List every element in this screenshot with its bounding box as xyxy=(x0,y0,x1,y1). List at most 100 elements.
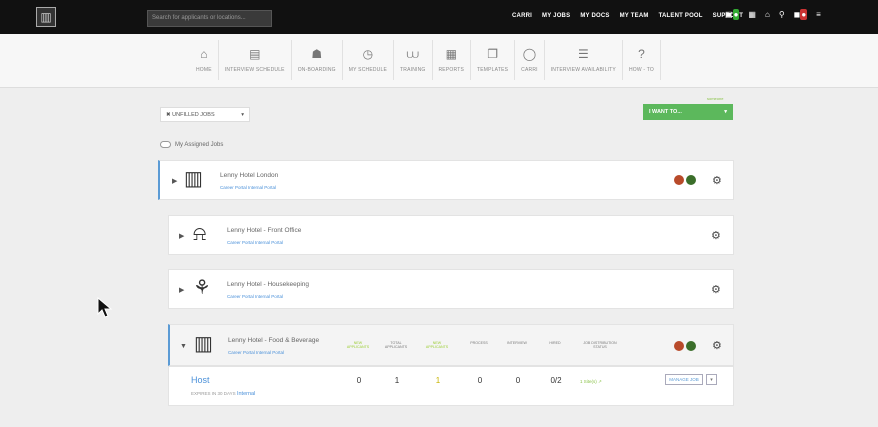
menu-icon[interactable]: ≡ xyxy=(816,10,821,19)
career-portal-link[interactable]: Career Portal xyxy=(227,240,254,245)
career-portal-link[interactable]: Career Portal xyxy=(227,294,254,299)
location-name[interactable]: Lenny Hotel - Front Office xyxy=(227,227,301,234)
i-want-to-button[interactable]: I WANT TO... ▾ xyxy=(643,104,733,120)
hired-count[interactable]: 0/2 xyxy=(546,376,566,385)
avatar[interactable] xyxy=(674,341,684,351)
home-icon: ⌂ xyxy=(200,47,208,61)
avatar[interactable] xyxy=(674,175,684,185)
location-card[interactable]: ▶ ⚘ Lenny Hotel - Housekeeping Career Po… xyxy=(168,269,734,309)
nav-item-training[interactable]: ⩊ TRAINING xyxy=(394,40,433,80)
chevron-right-icon[interactable]: ▶ xyxy=(179,232,184,240)
nav-item-label: INTERVIEW SCHEDULE xyxy=(224,67,285,73)
nav-item-label: MY SCHEDULE xyxy=(348,67,387,73)
home-icon[interactable]: ⌂ xyxy=(765,10,770,19)
manage-job-button[interactable]: MANAGE JOB xyxy=(665,374,703,385)
top-link-carri[interactable]: CARRI xyxy=(512,13,532,19)
chevron-right-icon[interactable]: ▶ xyxy=(179,286,184,294)
top-link-talent-pool[interactable]: TALENT POOL xyxy=(659,13,703,19)
column-header: HIRED xyxy=(549,341,561,345)
internal-portal-link[interactable]: Internal Portal xyxy=(255,240,283,245)
nav-item-interview-schedule[interactable]: ▤ INTERVIEW SCHEDULE xyxy=(219,40,292,80)
interview-count[interactable]: 0 xyxy=(508,376,528,385)
location-name[interactable]: Lenny Hotel - Housekeeping xyxy=(227,281,309,288)
internal-portal-link[interactable]: Internal Portal xyxy=(248,185,276,190)
portal-links: Career Portal Internal Portal xyxy=(228,350,284,355)
internal-portal-link[interactable]: Internal Portal xyxy=(256,350,284,355)
job-row[interactable]: Host EXPIRES IN 30 DAYS Internal 0 1 1 0… xyxy=(168,366,734,406)
people-icon: ☗ xyxy=(311,47,323,61)
bell-icon: ⍾ xyxy=(193,223,207,245)
alerts-icon[interactable]: ◼● xyxy=(794,9,808,20)
top-link-my-docs[interactable]: MY DOCS xyxy=(580,13,609,19)
chevron-down-icon[interactable]: ▼ xyxy=(180,343,187,350)
nav-item-label: HOME xyxy=(196,67,212,73)
hotel-logo-icon[interactable]: ▥ xyxy=(36,7,56,27)
nav-item-reports[interactable]: ▦ REPORTS xyxy=(433,40,471,80)
unfilled-jobs-filter[interactable]: ✖ UNFILLED JOBS ▾ xyxy=(160,107,250,122)
mouse-cursor-icon xyxy=(97,297,113,318)
nav-item-label: INTERVIEW AVAILABILITY xyxy=(550,67,616,73)
location-name[interactable]: Lenny Hotel - Food & Beverage xyxy=(228,337,319,344)
job-subtitle: EXPIRES IN 30 DAYS Internal xyxy=(191,391,255,397)
top-bar: ▥ Search for applicants or locations... … xyxy=(0,0,878,34)
chevron-right-icon[interactable]: ▶ xyxy=(172,177,177,185)
job-visibility: Internal xyxy=(236,391,256,397)
new-applicants-count[interactable]: 0 xyxy=(349,376,369,385)
avatar[interactable] xyxy=(686,341,696,351)
nav-item-label: HOW - TO xyxy=(628,67,655,73)
search-input[interactable]: Search for applicants or locations... xyxy=(147,10,272,27)
assigned-label: My Assigned Jobs xyxy=(175,141,224,148)
total-applicants-count[interactable]: 1 xyxy=(387,376,407,385)
nav-item-how-to[interactable]: ? HOW - TO xyxy=(623,40,662,80)
gear-icon[interactable]: ⚙ xyxy=(711,283,721,296)
location-card[interactable]: ▶ ▥ Lenny Hotel London Career Portal Int… xyxy=(158,160,734,200)
grid-icon: ☰ xyxy=(577,47,589,61)
portal-links: Career Portal Internal Portal xyxy=(227,240,283,245)
my-assigned-jobs-toggle[interactable]: My Assigned Jobs xyxy=(160,141,223,148)
career-portal-link[interactable]: Career Portal xyxy=(220,185,247,190)
column-header: JOB DISTRIBUTION STATUS xyxy=(583,341,617,349)
nav-item-templates[interactable]: ❐ TEMPLATES xyxy=(471,40,516,80)
avatar[interactable] xyxy=(686,175,696,185)
top-links: CARRI MY JOBS MY DOCS MY TEAM TALENT POO… xyxy=(512,13,743,19)
top-link-my-team[interactable]: MY TEAM xyxy=(620,13,649,19)
process-count[interactable]: 0 xyxy=(470,376,490,385)
nav-items: ⌂ HOME ▤ INTERVIEW SCHEDULE ☗ ON-BOARDING ◷ MY … xyxy=(190,40,662,80)
nav-item-interview-availability[interactable]: ☰ INTERVIEW AVAILABILITY xyxy=(545,40,623,80)
graduation-cap-icon: ⩊ xyxy=(406,47,419,61)
inbox-badge: ● xyxy=(732,9,740,20)
help-icon: ? xyxy=(638,47,645,61)
gear-icon[interactable]: ⚙ xyxy=(712,174,722,187)
nav-item-label: TEMPLATES xyxy=(476,67,509,73)
toggle-switch[interactable] xyxy=(160,141,171,148)
internal-portal-link[interactable]: Internal Portal xyxy=(255,294,283,299)
nav-item-my-schedule[interactable]: ◷ MY SCHEDULE xyxy=(343,40,394,80)
chevron-down-icon: ▾ xyxy=(724,109,727,115)
nav-item-label: TRAINING xyxy=(400,67,426,73)
location-pin-icon[interactable]: ⚲ xyxy=(779,10,785,19)
main-nav: ⌂ HOME ▤ INTERVIEW SCHEDULE ☗ ON-BOARDING ◷ MY … xyxy=(0,34,878,88)
nav-item-label: ON-BOARDING xyxy=(297,67,336,73)
iwant-hint: someone xyxy=(707,96,724,101)
chat-icon: ◯ xyxy=(522,47,537,61)
top-link-my-jobs[interactable]: MY JOBS xyxy=(542,13,570,19)
new-applicants-count-2[interactable]: 1 xyxy=(428,376,448,385)
alerts-badge: ● xyxy=(800,9,808,20)
nav-item-on-boarding[interactable]: ☗ ON-BOARDING xyxy=(292,40,343,80)
location-name[interactable]: Lenny Hotel London xyxy=(220,172,278,179)
inbox-icon[interactable]: ▣● xyxy=(725,9,740,20)
gear-icon[interactable]: ⚙ xyxy=(712,339,722,352)
distribution-status-link[interactable]: 1 Site(s) ↗ xyxy=(580,379,602,385)
manage-job-dropdown[interactable]: ▾ xyxy=(706,374,717,385)
hotel-building-icon: ▥ xyxy=(194,333,213,355)
apps-grid-icon[interactable]: ▦ xyxy=(748,10,756,19)
location-card[interactable]: ▶ ⍾ Lenny Hotel - Front Office Career Po… xyxy=(168,215,734,255)
job-expiry: EXPIRES IN 30 DAYS xyxy=(191,391,236,396)
nav-item-home[interactable]: ⌂ HOME xyxy=(190,40,219,80)
gear-icon[interactable]: ⚙ xyxy=(711,229,721,242)
career-portal-link[interactable]: Career Portal xyxy=(228,350,255,355)
nav-item-carri[interactable]: ◯ CARRI xyxy=(515,40,545,80)
nav-item-label: CARRI xyxy=(521,67,538,73)
job-title[interactable]: Host xyxy=(191,375,210,385)
top-icons: ▣● ▦ ⌂ ⚲ ◼● ≡ xyxy=(725,9,821,20)
